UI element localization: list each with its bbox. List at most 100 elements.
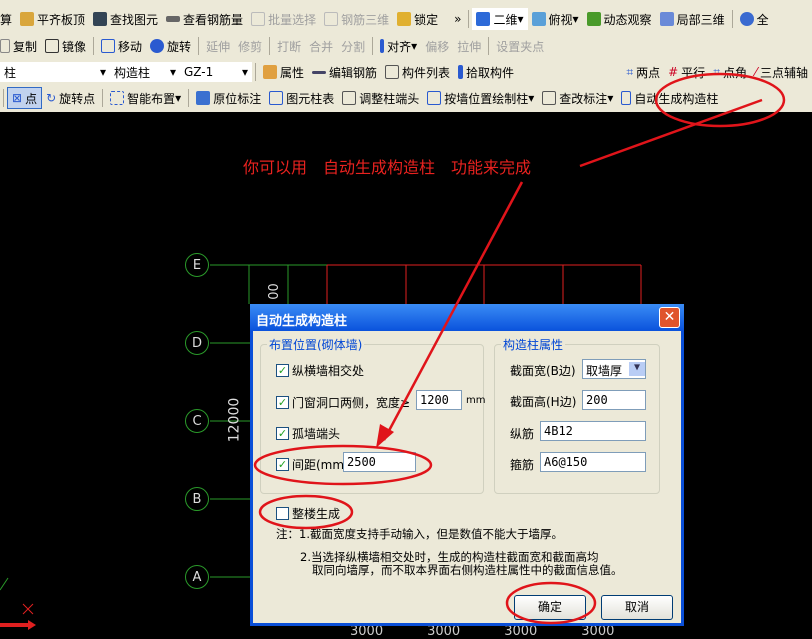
sub-type-select[interactable]: 构造柱 ▾ xyxy=(110,62,180,82)
chevron-down-icon[interactable]: ▼ xyxy=(629,362,645,376)
tool-find[interactable]: 查找图元 xyxy=(89,8,162,30)
tool-2d[interactable]: 二维 ▾ xyxy=(472,8,528,30)
tool-grip[interactable]: 设置夹点 xyxy=(492,35,548,57)
tool-rotate-point[interactable]: ↻ 旋转点 xyxy=(42,87,99,109)
section-height-input[interactable]: 200 xyxy=(582,390,646,410)
label: 点角 xyxy=(722,65,747,80)
tool-rotate[interactable]: 旋转 xyxy=(146,35,195,57)
doc-icon xyxy=(342,91,357,105)
tool-in-place-label[interactable]: 原位标注 xyxy=(192,87,265,109)
parallel-icon: # xyxy=(668,65,679,79)
label: 查改标注 xyxy=(559,91,608,106)
unit-label: mm xyxy=(466,395,486,406)
tool-orbit[interactable]: 动态观察 xyxy=(583,8,656,30)
tool-properties[interactable]: 属性 xyxy=(259,61,308,83)
label: 门窗洞口两侧，宽度≥ xyxy=(292,396,411,410)
checkbox-checked[interactable]: ✓ xyxy=(276,458,289,471)
tool-batch-select[interactable]: 批量选择 xyxy=(247,8,320,30)
tool-move[interactable]: 移动 xyxy=(97,35,146,57)
label: 三点辅轴 xyxy=(759,65,808,80)
tool-full[interactable]: 全 xyxy=(736,8,773,30)
name-select[interactable]: GZ-1 ▾ xyxy=(180,62,252,82)
dimension-12000: 12000 xyxy=(226,397,243,443)
opening-width-input[interactable]: 1200 xyxy=(416,390,462,410)
tool-two-points[interactable]: ⌗ 两点 xyxy=(622,61,664,83)
tool-top-view[interactable]: 俯视 ▾ xyxy=(528,8,583,30)
toolbar-row-2: 复制 镜像 移动 旋转 延伸 修剪 打断 合并 分割 对齐 ▾ 偏移 拉伸 设置… xyxy=(0,34,548,58)
type-select[interactable]: 柱 ▾ xyxy=(0,62,110,82)
longitudinal-rebar-input[interactable]: 4B12 xyxy=(540,421,646,441)
checkbox-unchecked[interactable] xyxy=(276,507,289,520)
tool-edit-rebar[interactable]: 编辑钢筋 xyxy=(308,61,381,83)
checkbox-door-window[interactable]: ✓ 门窗洞口两侧，宽度≥ xyxy=(276,394,410,411)
tool-three-point[interactable]: ⁄ 三点辅轴 xyxy=(751,61,812,83)
tool-pick[interactable]: 拾取构件 xyxy=(454,61,518,83)
point-icon: ⊠ xyxy=(12,91,23,105)
tool-break[interactable]: 打断 xyxy=(273,35,305,57)
label: 钢筋三维 xyxy=(341,12,390,27)
note-3: 取同向墙厚，而不取本界面右侧构造柱属性中的截面信息值。 xyxy=(312,563,623,577)
tool-stretch[interactable]: 拉伸 xyxy=(453,35,485,57)
eyedropper-icon xyxy=(458,65,464,79)
spacing-input[interactable]: 2500 xyxy=(343,452,416,472)
axis-marker-a: A xyxy=(185,565,209,589)
checkbox-checked[interactable]: ✓ xyxy=(276,364,289,377)
section-width-select[interactable]: 取墙厚 ▼ xyxy=(582,359,646,379)
dim: 3000 xyxy=(504,624,538,639)
close-button[interactable]: ✕ xyxy=(659,307,680,328)
tool-merge[interactable]: 合并 xyxy=(305,35,337,57)
label: 图元柱表 xyxy=(286,91,335,106)
label: 复制 xyxy=(13,39,38,54)
mirror-icon xyxy=(45,39,60,53)
checkbox-isolated-wall-end[interactable]: ✓ 孤墙端头 xyxy=(276,425,340,442)
tool-align[interactable]: 对齐 ▾ xyxy=(376,35,421,57)
overflow-chevron[interactable]: » xyxy=(450,8,465,30)
stirrup-input[interactable]: A6@150 xyxy=(540,452,646,472)
tool-lock[interactable]: 锁定 xyxy=(393,8,442,30)
batch-icon xyxy=(251,12,266,26)
dialog-title-bar[interactable]: 自动生成构造柱 ✕ xyxy=(250,304,684,331)
arc-icon: ⁄ xyxy=(754,65,757,79)
tool-point-angle[interactable]: ⌗ 点角 xyxy=(709,61,751,83)
checkbox-spacing[interactable]: ✓ 间距(mm) xyxy=(276,456,349,473)
tool-offset[interactable]: 偏移 xyxy=(421,35,453,57)
tool-align-slab-top[interactable]: 平齐板顶 xyxy=(16,8,89,30)
label: 批量选择 xyxy=(268,12,317,27)
label: 属性 xyxy=(280,65,305,80)
tool-draw-by-wall[interactable]: 按墙位置绘制柱 ▾ xyxy=(423,87,538,109)
axis-marker-b: B xyxy=(185,487,209,511)
tool-auto-generate-column[interactable]: 自动生成构造柱 xyxy=(617,87,722,109)
label: 构件列表 xyxy=(402,65,451,80)
tool-extend[interactable]: 延伸 xyxy=(202,35,234,57)
table-icon xyxy=(269,91,284,105)
lock-icon xyxy=(397,12,412,26)
tool-view-rebar[interactable]: 查看钢筋量 xyxy=(162,8,247,30)
orbit-icon xyxy=(586,12,601,26)
tool-point[interactable]: ⊠ 点 xyxy=(7,87,43,109)
glasses-icon xyxy=(166,16,181,22)
tool-column-table[interactable]: 图元柱表 xyxy=(265,87,338,109)
label: 查看钢筋量 xyxy=(183,12,244,27)
tool-split[interactable]: 分割 xyxy=(337,35,369,57)
tool-rebar-3d[interactable]: 钢筋三维 xyxy=(320,8,393,30)
tool-check-label[interactable]: 查改标注 ▾ xyxy=(538,87,617,109)
label: 拾取构件 xyxy=(466,65,515,80)
checkbox-whole-building[interactable]: 整楼生成 xyxy=(276,505,340,522)
tool-mirror[interactable]: 镜像 xyxy=(41,35,90,57)
label: 旋转 xyxy=(167,39,192,54)
cube-icon xyxy=(531,12,546,26)
checkbox-checked[interactable]: ✓ xyxy=(276,427,289,440)
tool-trim[interactable]: 修剪 xyxy=(234,35,266,57)
tool-smart-layout[interactable]: 智能布置 ▾ xyxy=(106,87,185,109)
divider xyxy=(102,89,104,107)
checkbox-wall-intersection[interactable]: ✓ 纵横墙相交处 xyxy=(276,362,364,379)
tool-parallel[interactable]: # 平行 xyxy=(664,61,709,83)
tool-calc[interactable]: 算 xyxy=(0,8,16,30)
tool-adjust-end[interactable]: 调整柱端头 xyxy=(338,87,423,109)
tool-copy[interactable]: 复制 xyxy=(0,35,41,57)
checkbox-checked[interactable]: ✓ xyxy=(276,396,289,409)
ok-button[interactable]: 确定 xyxy=(514,595,586,620)
cancel-button[interactable]: 取消 xyxy=(601,595,673,620)
tool-component-list[interactable]: 构件列表 xyxy=(381,61,454,83)
tool-local-3d[interactable]: 局部三维 xyxy=(656,8,729,30)
